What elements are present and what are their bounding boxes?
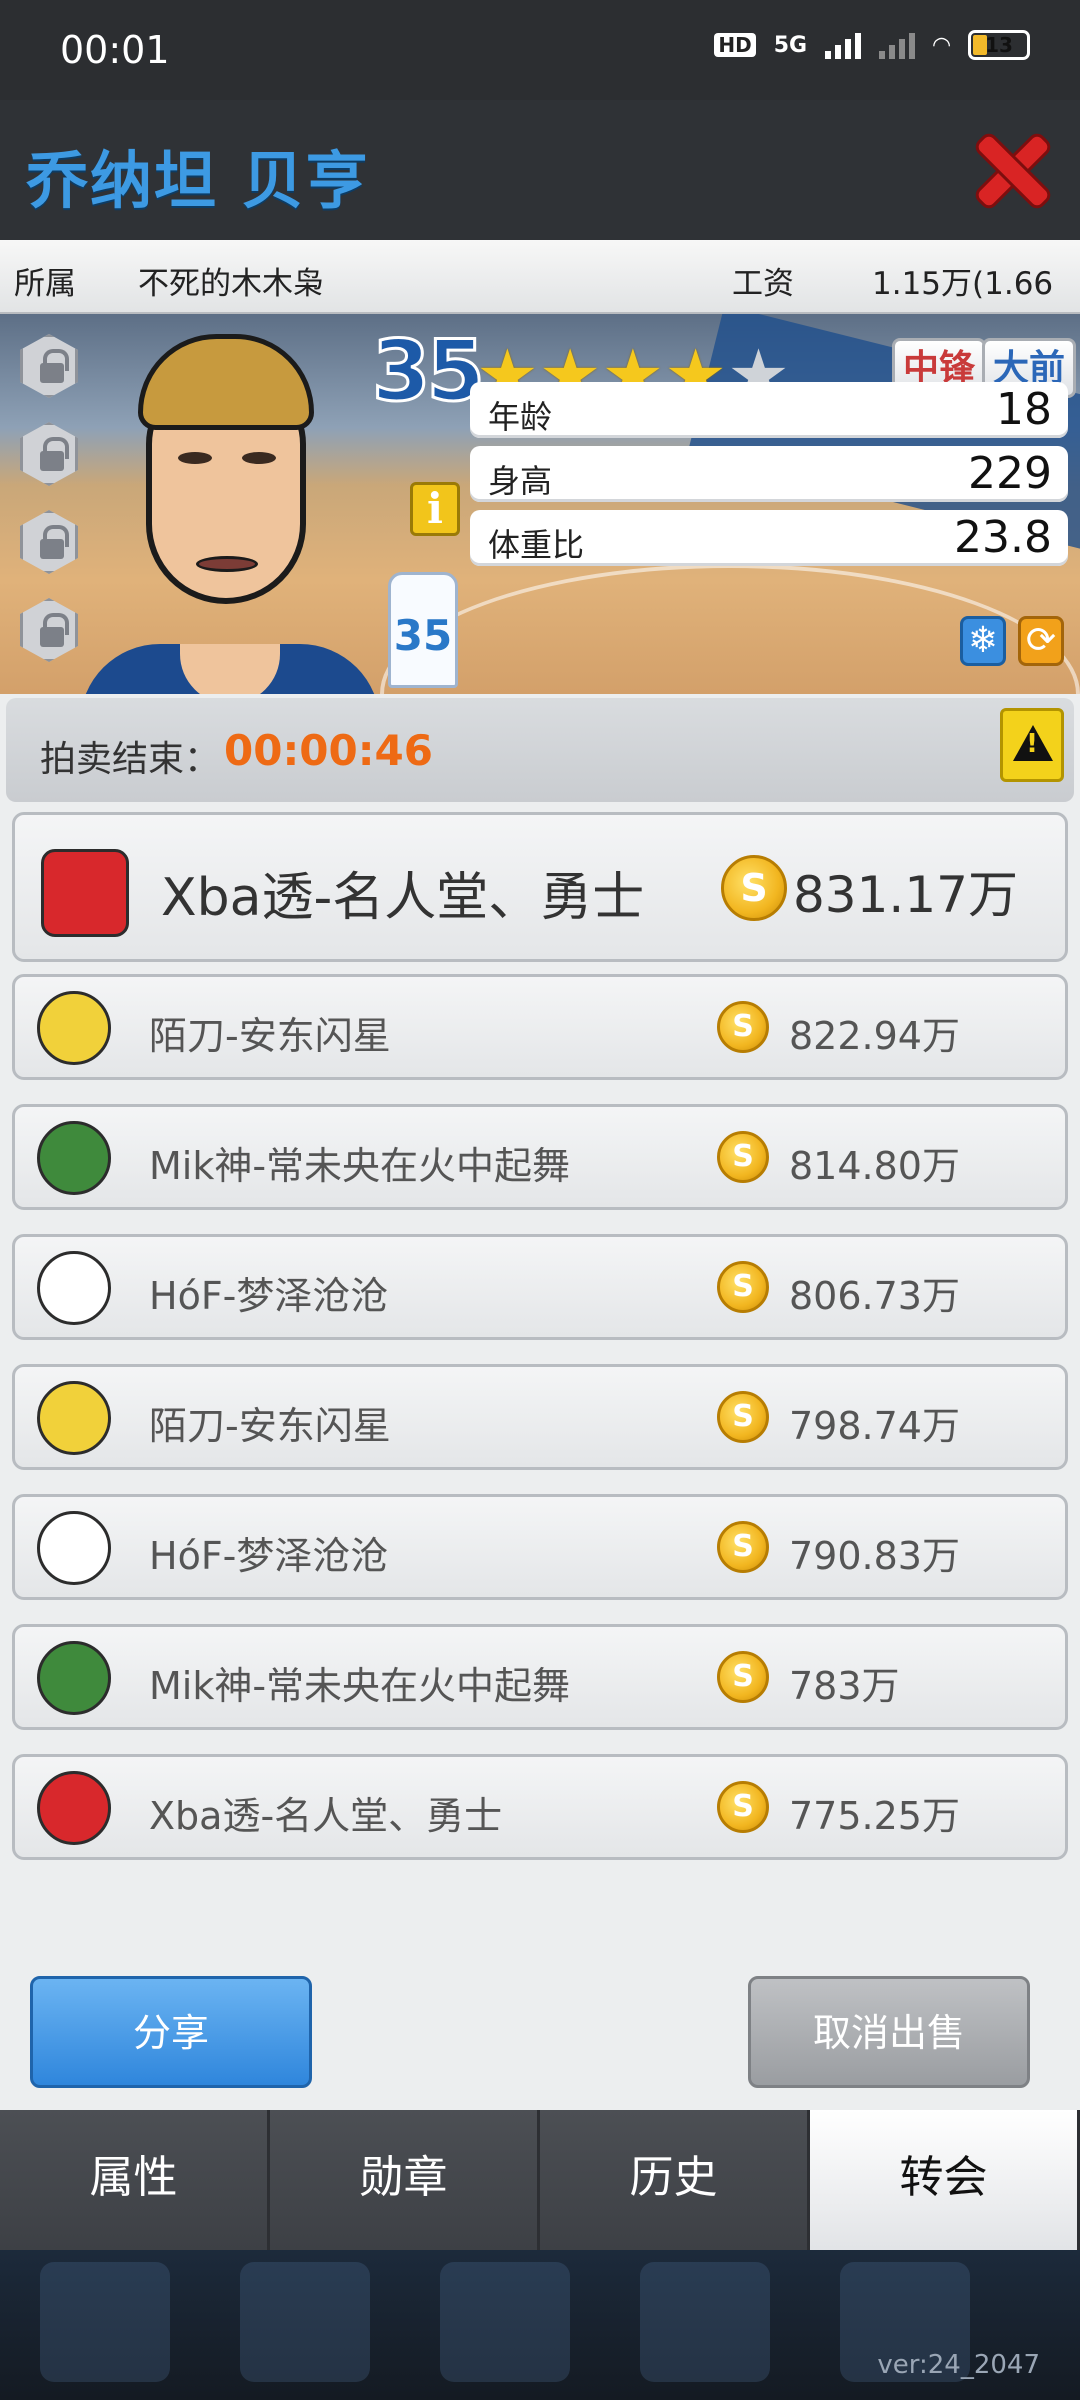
team-salary-row: 所属 不死的木木枭 工资 1.15万(1.66万) — [0, 240, 1080, 347]
bid-price: 798.74万 — [789, 1404, 960, 1448]
team-logo-icon — [41, 849, 129, 937]
bid-team: Mik神-常未央在火中起舞 — [149, 1664, 571, 1708]
swap-icon[interactable]: ⟳ — [1018, 616, 1064, 666]
bid-team: 陌刀-安东闪星 — [149, 1014, 391, 1058]
tab-attributes[interactable]: 属性 — [0, 2110, 270, 2250]
auction-countdown: 00:00:46 — [224, 726, 433, 775]
bid-row: HóF-梦泽沧沧 S 806.73万 — [12, 1234, 1068, 1340]
coin-icon: S — [717, 1651, 769, 1703]
player-body — [80, 644, 380, 694]
bid-row: HóF-梦泽沧沧 S 790.83万 — [12, 1494, 1068, 1600]
coin-icon: S — [717, 1131, 769, 1183]
team-logo-icon — [37, 1771, 111, 1845]
team-value: 不死的木木枭 — [138, 266, 324, 302]
nav-item-ghost[interactable] — [640, 2262, 770, 2382]
bid-row: Mik神-常未央在火中起舞 S 783万 — [12, 1624, 1068, 1730]
team-logo-icon — [37, 991, 111, 1065]
wifi-icon: ◠ — [933, 32, 950, 58]
stat-value: 229 — [968, 448, 1052, 499]
status-bar: 00:01 HD 5G ◠ 13 — [0, 0, 1080, 100]
bid-price: 783万 — [789, 1664, 900, 1708]
lock-icon[interactable] — [20, 598, 78, 662]
salary-label: 工资 — [732, 266, 794, 302]
bid-team: Mik神-常未央在火中起舞 — [149, 1144, 571, 1188]
tab-transfer[interactable]: 转会 — [810, 2110, 1080, 2254]
team-logo-icon — [37, 1641, 111, 1715]
stat-row-weight-ratio: 体重比 23.8 — [470, 510, 1068, 566]
auction-timer-bar: 拍卖结束： 00:00:46 — [6, 698, 1074, 802]
signal-icon — [825, 31, 862, 59]
lock-icon[interactable] — [20, 422, 78, 486]
stat-row-height: 身高 229 — [470, 446, 1068, 502]
hd-icon: HD — [714, 33, 756, 57]
nav-item-ghost[interactable] — [40, 2262, 170, 2382]
bid-team: Xba透-名人堂、勇士 — [149, 1794, 503, 1838]
bid-row: Mik神-常未央在火中起舞 S 814.80万 — [12, 1104, 1068, 1210]
coin-icon: S — [717, 1261, 769, 1313]
stat-value: 18 — [996, 384, 1052, 435]
overall-rating: 35 — [371, 321, 487, 422]
team-logo-icon — [37, 1121, 111, 1195]
team-logo-icon — [37, 1511, 111, 1585]
coin-icon: S — [717, 1001, 769, 1053]
bid-price: 814.80万 — [789, 1144, 960, 1188]
coin-icon: S — [717, 1781, 769, 1833]
stat-row-age: 年龄 18 — [470, 382, 1068, 438]
bid-team: Xba透-名人堂、勇士 — [161, 868, 645, 928]
tab-history[interactable]: 历史 — [540, 2110, 810, 2250]
battery-icon: 13 — [968, 30, 1030, 60]
coin-icon: S — [717, 1521, 769, 1573]
stat-value: 23.8 — [954, 512, 1052, 563]
network-label: 5G — [773, 32, 808, 58]
player-panel: 所属 不死的木木枭 工资 1.15万(1.66万) 35 ★★★★★ 中锋 大前… — [0, 240, 1080, 2110]
bid-price: 806.73万 — [789, 1274, 960, 1318]
bid-team: HóF-梦泽沧沧 — [149, 1534, 389, 1578]
bid-price: 790.83万 — [789, 1534, 960, 1578]
status-time: 00:01 — [60, 28, 170, 72]
lock-icon[interactable] — [20, 334, 78, 398]
player-name-title: 乔纳坦 贝亨 — [26, 144, 370, 217]
bid-row: Xba透-名人堂、勇士 S 775.25万 — [12, 1754, 1068, 1860]
bid-list[interactable]: Xba透-名人堂、勇士 S 831.17万 陌刀-安东闪星 S 822.94万 … — [0, 812, 1080, 2068]
jersey-icon: 35 — [388, 572, 458, 688]
auction-end-label: 拍卖结束： — [40, 739, 221, 780]
bid-price: 822.94万 — [789, 1014, 960, 1058]
signal-2-icon — [879, 31, 916, 59]
team-logo-icon — [37, 1381, 111, 1455]
team-logo-icon — [37, 1251, 111, 1325]
version-label: ver:24_2047 — [877, 2350, 1040, 2380]
bid-row: Xba透-名人堂、勇士 S 831.17万 — [12, 812, 1068, 962]
tab-bar: 属性 勋章 历史 转会 — [0, 2110, 1080, 2254]
nav-item-ghost[interactable] — [240, 2262, 370, 2382]
tab-medals[interactable]: 勋章 — [270, 2110, 540, 2250]
status-icons: HD 5G ◠ 13 — [714, 30, 1030, 60]
bid-row: 陌刀-安东闪星 S 798.74万 — [12, 1364, 1068, 1470]
cancel-sale-button[interactable]: 取消出售 — [748, 1976, 1030, 2088]
coin-icon: S — [721, 855, 787, 921]
bid-row: 陌刀-安东闪星 S 822.94万 — [12, 974, 1068, 1080]
stat-label: 年龄 — [488, 398, 553, 436]
stat-label: 身高 — [488, 462, 553, 500]
player-card: 35 ★ ★ ★ ★ ★ 中锋 大前 i 35 年龄 18 身高 229 体重比 23.… — [0, 314, 1080, 694]
team-label: 所属 — [14, 266, 76, 302]
title-bar: 乔纳坦 贝亨 — [0, 100, 1080, 240]
close-icon[interactable] — [974, 132, 1050, 208]
info-icon[interactable]: i — [410, 482, 460, 536]
lock-icon[interactable] — [20, 510, 78, 574]
bid-team: HóF-梦泽沧沧 — [149, 1274, 389, 1318]
bid-price: 831.17万 — [793, 866, 1018, 924]
warning-icon[interactable] — [1000, 708, 1064, 782]
nav-item-ghost[interactable] — [440, 2262, 570, 2382]
bid-team: 陌刀-安东闪星 — [149, 1404, 391, 1448]
stat-label: 体重比 — [488, 526, 585, 564]
share-button[interactable]: 分享 — [30, 1976, 312, 2088]
player-avatar — [130, 334, 320, 634]
snowflake-icon[interactable]: ❄ — [960, 616, 1006, 666]
bid-price: 775.25万 — [789, 1794, 960, 1838]
coin-icon: S — [717, 1391, 769, 1443]
